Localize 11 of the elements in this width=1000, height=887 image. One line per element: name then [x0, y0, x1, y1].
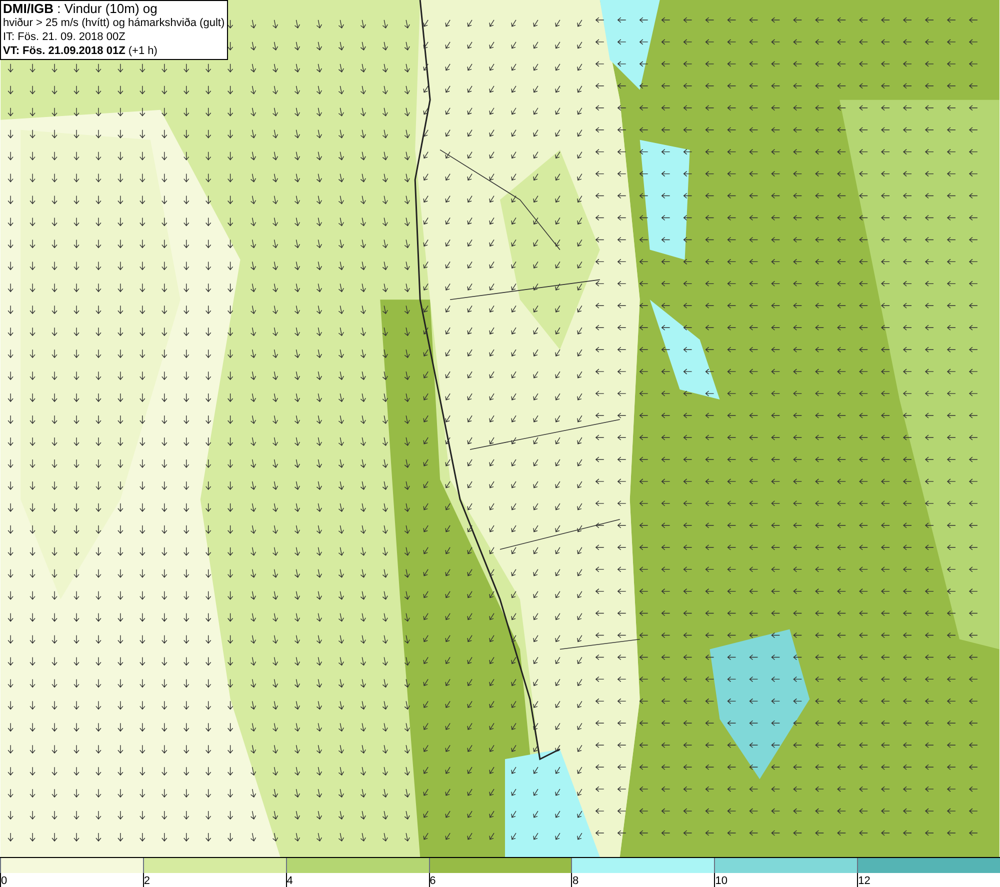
- header-text: VT: Fös. 21.09.2018 01Z (+1 h): [3, 44, 158, 58]
- legend-tick-label: 0: [1, 875, 8, 887]
- legend-tick-label: 4: [286, 875, 293, 887]
- header-text: IT: Fös. 21. 09. 2018 00Z: [3, 30, 126, 44]
- legend-tick-label: 6: [430, 875, 436, 887]
- legend-tick-label: 12: [858, 875, 870, 887]
- legend-tick-label: 10: [715, 875, 728, 887]
- legend-tick-label: 2: [144, 875, 150, 887]
- header-text: hviður > 25 m/s (hvítt) og hámarkshviða (gult): [3, 16, 225, 30]
- legend-tick-label: 8: [572, 875, 579, 887]
- header-text: DMI/IGB : Vindur (10m) og: [3, 2, 158, 16]
